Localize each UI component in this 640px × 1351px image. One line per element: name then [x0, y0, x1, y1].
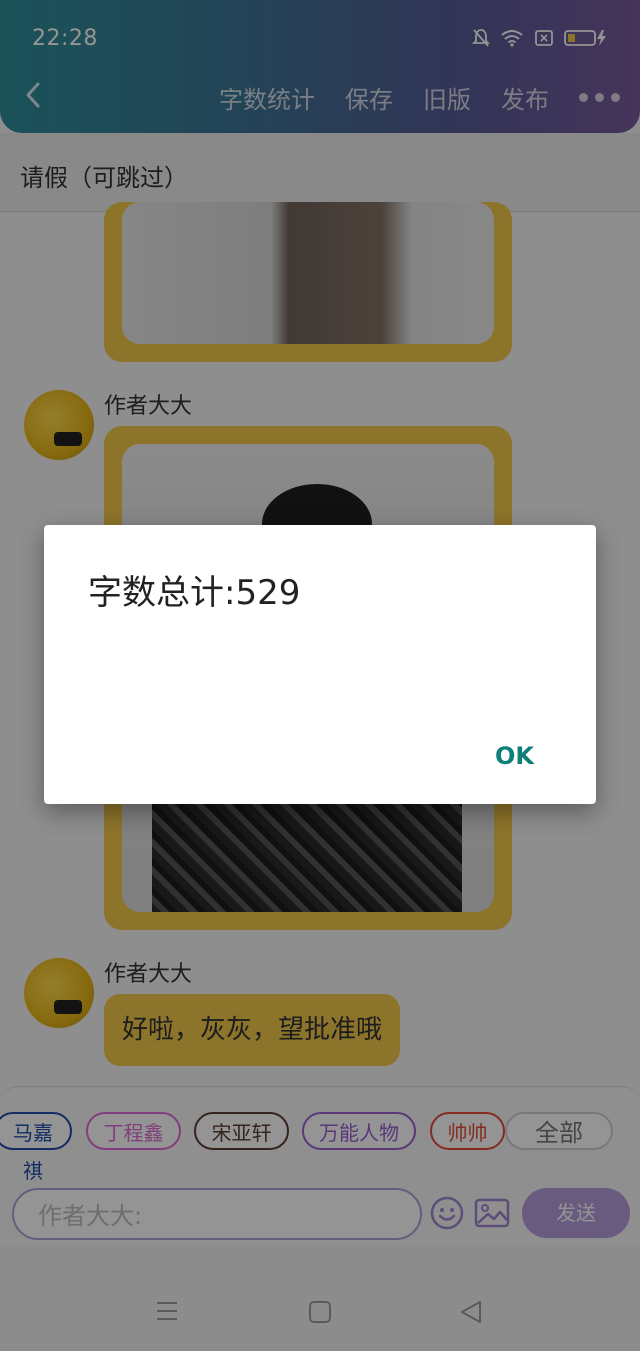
dialog-message: 字数总计:529: [88, 573, 301, 613]
ok-button[interactable]: OK: [495, 742, 534, 770]
word-count-dialog: 字数总计:529 OK: [44, 525, 596, 804]
app-root: 22:28 字数统计 保存 旧版 发布 请假（可跳过） 作者大大 作者大大 好啦…: [0, 0, 640, 1351]
